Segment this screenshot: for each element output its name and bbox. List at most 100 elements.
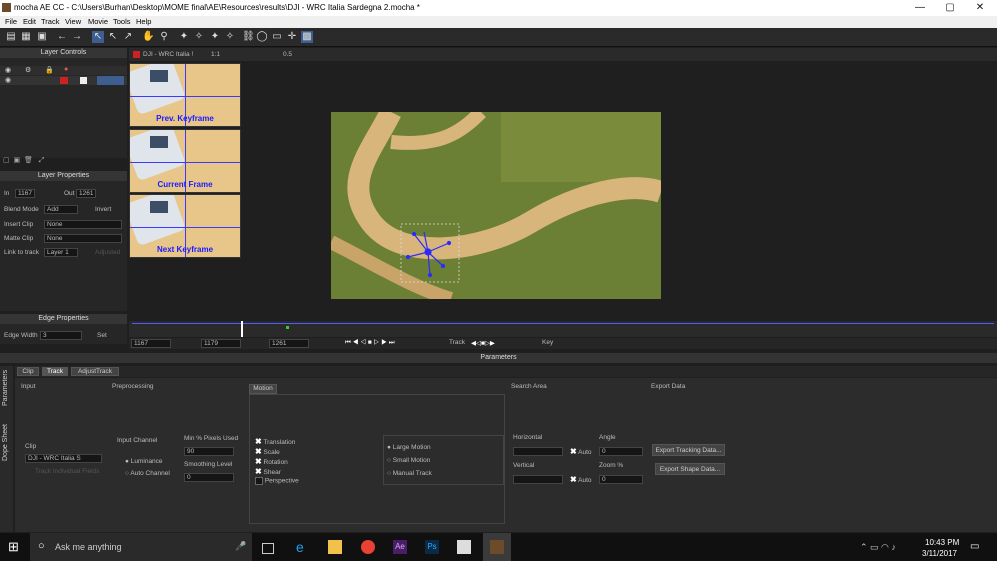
clock-time[interactable]: 10:43 PM <box>925 538 959 547</box>
tab-adjust-track[interactable]: AdjustTrack <box>71 367 119 376</box>
edge-width-field[interactable]: 3 <box>40 331 82 340</box>
min-pixels-field[interactable]: 90 <box>184 447 234 456</box>
link-to-track-select[interactable]: Layer 1 <box>44 248 78 257</box>
vertical-auto-checkbox[interactable]: ✖ Auto <box>570 475 592 484</box>
layer-visible-icon[interactable]: ◉ <box>5 76 11 84</box>
layer-color-swatch[interactable] <box>60 77 68 84</box>
menu-movie[interactable]: Movie <box>88 17 108 26</box>
gear-icon[interactable]: ⚙ <box>25 66 31 74</box>
transform-tool-icon[interactable]: ✧ <box>193 31 205 43</box>
hand-tool-icon[interactable]: ✋ <box>142 31 154 43</box>
layer-matte-swatch[interactable] <box>80 77 87 84</box>
adjusted-checkbox[interactable]: Adjusted <box>95 249 120 256</box>
dope-sheet-side-tab[interactable]: Dope Sheet <box>2 424 9 461</box>
vertical-field[interactable] <box>513 475 563 484</box>
open-project-icon[interactable]: ▦ <box>20 31 32 43</box>
close-button[interactable]: ✕ <box>965 1 995 15</box>
playback-controls[interactable]: ⏮ ◀ ◁ ■ ▷ ▶ ⏭ <box>345 339 395 347</box>
layer-row[interactable]: ◉ <box>0 76 127 85</box>
cortana-search-box[interactable]: ○ Ask me anything 🎤 <box>30 533 252 561</box>
select-all-icon[interactable]: ↗ <box>122 31 134 43</box>
after-effects-icon[interactable]: Ae <box>393 540 407 554</box>
new-project-icon[interactable]: ▤ <box>5 31 17 43</box>
smoothing-level-field[interactable]: 0 <box>184 473 234 482</box>
x-spline-icon[interactable]: ◯ <box>256 31 268 43</box>
opacity-field[interactable]: 0.5 <box>283 51 292 58</box>
parameters-side-tab[interactable]: Parameters <box>2 370 9 406</box>
menu-help[interactable]: Help <box>136 17 151 26</box>
photos-app-icon[interactable] <box>457 540 471 554</box>
file-explorer-icon[interactable] <box>328 540 342 554</box>
export-shape-data-button[interactable]: Export Shape Data... <box>655 463 725 475</box>
add-layer-icon[interactable]: ▢ <box>3 157 10 164</box>
edge-browser-icon[interactable]: e <box>296 540 310 554</box>
set-edge-button[interactable]: Set <box>97 332 107 339</box>
angle-field[interactable]: 0 <box>599 447 643 456</box>
viewer-canvas[interactable] <box>331 112 661 299</box>
lock-icon[interactable]: 🔒 <box>45 66 54 74</box>
start-frame-field[interactable]: 1167 <box>131 339 171 348</box>
rectangle-tool-icon[interactable]: ▭ <box>271 31 283 43</box>
task-view-icon[interactable] <box>262 543 274 554</box>
save-project-icon[interactable]: ▣ <box>36 31 48 43</box>
invert-checkbox[interactable]: Invert <box>95 206 111 213</box>
move-tool-icon[interactable]: ✛ <box>286 31 298 43</box>
tab-clip[interactable]: Clip <box>17 367 39 376</box>
photoshop-icon[interactable]: Ps <box>425 540 439 554</box>
insert-clip-select[interactable]: None <box>44 220 122 229</box>
motion-section-tab[interactable]: Motion <box>249 384 277 394</box>
out-point-field[interactable]: 1261 <box>76 189 96 198</box>
layer-name-field[interactable] <box>97 76 124 85</box>
playhead[interactable] <box>241 321 243 337</box>
luminance-radio[interactable]: ● Luminance <box>125 458 163 465</box>
end-frame-field[interactable]: 1261 <box>269 339 309 348</box>
horizontal-auto-checkbox[interactable]: ✖ Auto <box>570 447 592 456</box>
large-motion-radio[interactable]: ● Large Motion <box>387 444 431 451</box>
input-clip-select[interactable]: DJI - WRC Italia S <box>25 454 102 463</box>
undo-icon[interactable]: ← <box>56 31 68 43</box>
clip-select[interactable]: DJI - WRC Italia ! <box>143 51 193 58</box>
maximize-button[interactable]: ▢ <box>935 1 965 15</box>
menu-track[interactable]: Track <box>41 17 59 26</box>
action-center-icon[interactable]: ▭ <box>970 541 979 552</box>
windows-start-icon[interactable]: ⊞ <box>8 540 22 554</box>
select-points-icon[interactable]: ↖ <box>107 31 119 43</box>
shear-checkbox[interactable]: ✖ Shear <box>255 467 281 476</box>
tab-track[interactable]: Track <box>42 367 68 376</box>
color-icon[interactable]: ● <box>64 66 68 73</box>
rotation-checkbox[interactable]: ✖ Rotation <box>255 457 288 466</box>
scale-checkbox[interactable]: ✖ Scale <box>255 447 280 456</box>
remove-point-icon[interactable]: ✦ <box>209 31 221 43</box>
surface-tool-icon[interactable]: ▩ <box>301 31 313 43</box>
mocha-taskbar-button[interactable] <box>483 533 511 561</box>
zoom-percent-field[interactable]: 0 <box>599 475 643 484</box>
current-frame-field[interactable]: 1179 <box>201 339 241 348</box>
fit-icon[interactable]: ⤢ <box>39 157 45 164</box>
track-controls[interactable]: ◀◁■▷▶ <box>471 339 495 347</box>
delete-layer-icon[interactable]: 🗑 <box>24 157 33 164</box>
duplicate-layer-icon[interactable]: ▣ <box>14 157 21 164</box>
perspective-checkbox[interactable]: Perspective <box>255 477 299 485</box>
translation-checkbox[interactable]: ✖ Translation <box>255 437 295 446</box>
redo-icon[interactable]: → <box>71 31 83 43</box>
horizontal-field[interactable] <box>513 447 563 456</box>
eye-icon[interactable]: ◉ <box>5 66 11 74</box>
minimize-button[interactable]: — <box>905 1 935 15</box>
small-motion-radio[interactable]: ○ Small Motion <box>387 457 430 464</box>
chrome-icon[interactable] <box>361 540 375 554</box>
timeline-track[interactable] <box>129 321 997 337</box>
blend-mode-select[interactable]: Add <box>44 205 78 214</box>
system-tray-icons[interactable]: ⌃ ▭ ◠ ♪ <box>860 542 896 553</box>
matte-clip-select[interactable]: None <box>44 234 122 243</box>
in-point-field[interactable]: 1167 <box>15 189 35 198</box>
auto-channel-radio[interactable]: ○ Auto Channel <box>125 470 170 477</box>
add-point-icon[interactable]: ✦ <box>178 31 190 43</box>
bezier-tool-icon[interactable]: ✧ <box>224 31 236 43</box>
manual-track-radio[interactable]: ○ Manual Track <box>387 470 432 477</box>
export-tracking-data-button[interactable]: Export Tracking Data... <box>652 444 725 456</box>
track-individual-fields-checkbox[interactable]: Track Individual Fields <box>35 468 99 475</box>
menu-file[interactable]: File <box>5 17 17 26</box>
zoom-select[interactable]: 1:1 <box>211 51 220 58</box>
menu-tools[interactable]: Tools <box>113 17 131 26</box>
link-icon[interactable]: ⛓ <box>242 31 255 43</box>
